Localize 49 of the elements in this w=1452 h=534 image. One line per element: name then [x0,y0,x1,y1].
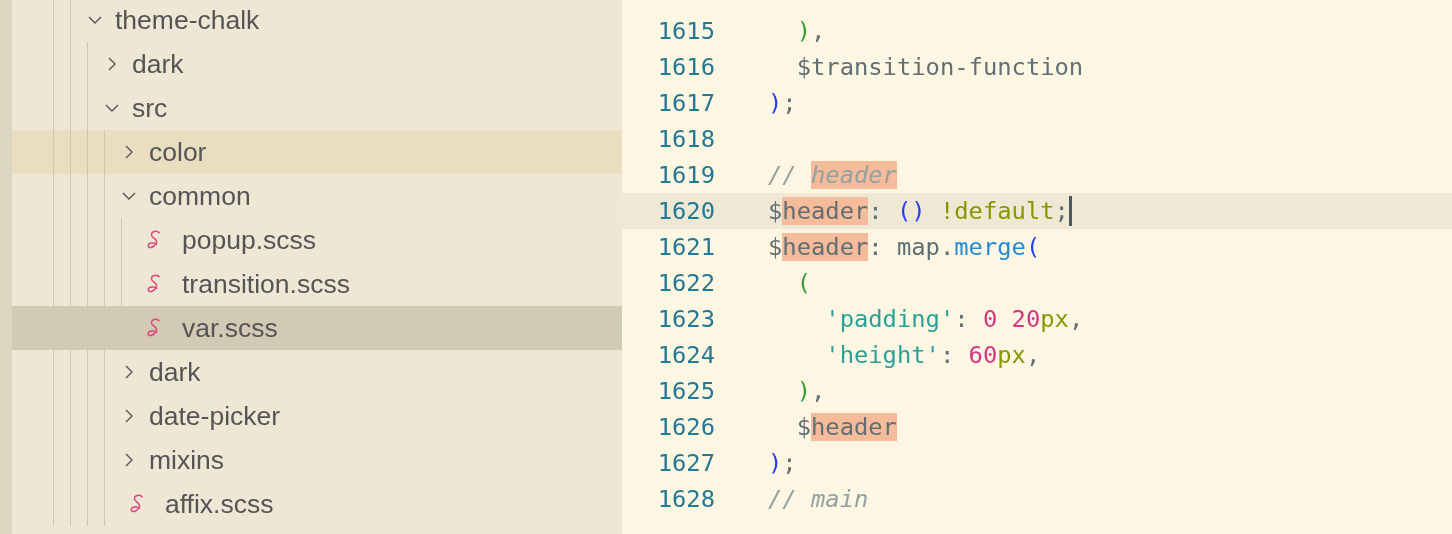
line-number: 1622 [656,269,715,297]
line-number: 1623 [656,305,715,333]
code-line: $transition-function [795,53,1084,81]
line-number: 1619 [656,161,715,189]
line-number: 1616 [656,53,715,81]
tree-item[interactable]: dark [12,42,622,86]
tree-label: src [132,92,168,124]
tree-item[interactable]: var.scss [12,306,622,350]
code-line: 'padding': 0 20px, [824,305,1084,333]
tree-label: mixins [149,444,225,476]
tree-item[interactable]: date-picker [12,394,622,438]
tree-label: theme-chalk [115,4,260,36]
tree-label: date-picker [149,400,281,432]
tree-item[interactable]: color [12,130,622,174]
line-number: 1620 [656,197,715,225]
tree-label: transition.scss [182,268,350,300]
tree-label: dark [132,48,184,80]
tree-item[interactable]: popup.scss [12,218,622,262]
tree-item[interactable]: dark [12,350,622,394]
line-number: 1625 [656,377,715,405]
tree-label: popup.scss [182,224,317,256]
line-number: 1628 [656,485,715,513]
code-line: // header [768,161,897,189]
tree-label: color [149,136,207,168]
tree-label: var.scss [182,312,278,344]
code-line: 'height': 60px, [824,341,1041,369]
tree-item[interactable]: theme-chalk [12,0,622,42]
code-line: ( [795,269,811,297]
code-line: $header: map.merge( [768,233,1041,261]
code-line: ), [795,377,826,405]
line-number: 1627 [656,449,715,477]
line-number: 1621 [656,233,715,261]
tree-label: dark [149,356,201,388]
line-number: 1615 [656,17,715,45]
code-line: ), [795,17,826,45]
code-line: ); [768,449,797,477]
tree-item[interactable]: affix.scss [12,482,622,526]
line-number: 1617 [656,89,715,117]
tree-label: common [149,180,251,212]
line-number: 1624 [656,341,715,369]
tree-item[interactable]: common [12,174,622,218]
line-number: 1618 [656,125,715,153]
code-line: $header: () !default; [768,197,1069,225]
code-line: ); [768,89,797,117]
tree-label: affix.scss [165,488,274,520]
tree-item[interactable]: mixins [12,438,622,482]
text-cursor [1068,196,1072,226]
line-number: 1626 [656,413,715,441]
code-line: // main [768,485,869,513]
